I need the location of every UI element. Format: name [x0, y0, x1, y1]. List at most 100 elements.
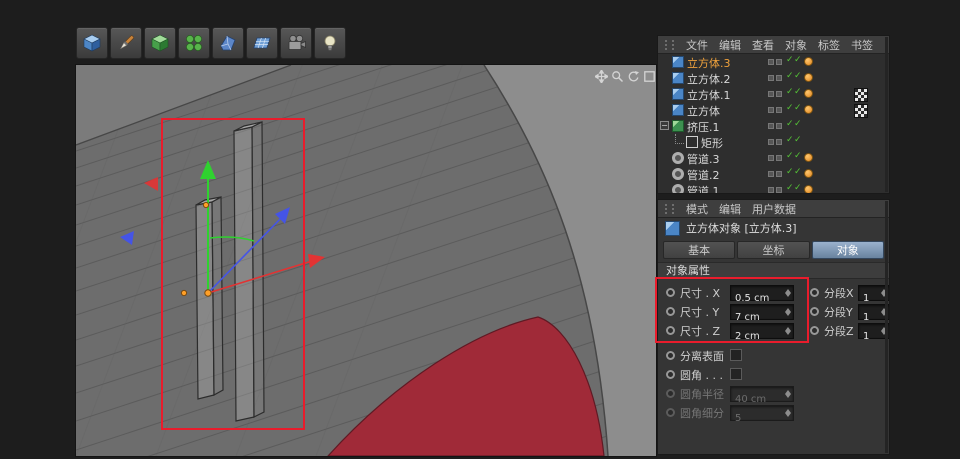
- keyframe-dot[interactable]: [666, 288, 675, 297]
- editor-visibility-dot[interactable]: [768, 171, 774, 177]
- editor-visibility-dot[interactable]: [768, 155, 774, 161]
- material-tag-icon[interactable]: [804, 73, 813, 82]
- render-visibility-dot[interactable]: [776, 107, 782, 113]
- cube-primitive-button[interactable]: [76, 27, 108, 59]
- enabled-check-icon[interactable]: ✓: [794, 103, 802, 113]
- pan-icon[interactable]: [594, 69, 608, 83]
- fillet-checkbox[interactable]: [730, 368, 742, 380]
- object-name[interactable]: 管道.3: [687, 151, 720, 167]
- tab-object[interactable]: 对象: [811, 241, 884, 259]
- menu-file[interactable]: 文件: [686, 37, 708, 53]
- editor-visibility-dot[interactable]: [768, 59, 774, 65]
- object-row-cube1[interactable]: 立方体.1 ✓ ✓: [658, 86, 889, 102]
- object-name[interactable]: 立方体.2: [687, 71, 731, 87]
- separate-surfaces-checkbox[interactable]: [730, 349, 742, 361]
- object-manager-scrollbar[interactable]: [885, 37, 888, 192]
- tab-basic[interactable]: 基本: [663, 241, 736, 259]
- size-x-field[interactable]: [730, 285, 794, 306]
- enabled-check-icon[interactable]: ✓: [786, 135, 794, 145]
- menu-object[interactable]: 对象: [785, 37, 807, 53]
- render-visibility-dot[interactable]: [776, 155, 782, 161]
- enabled-check-icon[interactable]: ✓: [786, 103, 794, 113]
- keyframe-dot[interactable]: [810, 326, 819, 335]
- enabled-check-icon[interactable]: ✓: [786, 151, 794, 161]
- material-tag-icon[interactable]: [804, 57, 813, 66]
- object-row-cube2[interactable]: 立方体.2 ✓ ✓: [658, 70, 889, 86]
- enabled-check-icon[interactable]: ✓: [794, 135, 802, 145]
- editor-visibility-dot[interactable]: [768, 75, 774, 81]
- model-cube-button[interactable]: [144, 27, 176, 59]
- attribute-manager-scrollbar[interactable]: [885, 201, 888, 453]
- material-tag-icon[interactable]: [804, 105, 813, 114]
- object-row-rectangle[interactable]: 矩形 ✓ ✓: [658, 134, 889, 150]
- enabled-check-icon[interactable]: ✓: [794, 151, 802, 161]
- keyframe-dot[interactable]: [810, 288, 819, 297]
- object-name[interactable]: 立方体.3: [687, 55, 731, 71]
- object-row-extrude1[interactable]: − 挤压.1 ✓ ✓: [658, 118, 889, 134]
- panel-grip-icon[interactable]: [665, 203, 674, 214]
- tab-coordinates[interactable]: 坐标: [737, 241, 810, 259]
- render-visibility-dot[interactable]: [776, 139, 782, 145]
- render-visibility-dot[interactable]: [776, 59, 782, 65]
- editor-visibility-dot[interactable]: [768, 139, 774, 145]
- editor-visibility-dot[interactable]: [768, 107, 774, 113]
- size-y-field[interactable]: [730, 304, 794, 325]
- light-button[interactable]: [314, 27, 346, 59]
- enabled-check-icon[interactable]: ✓: [794, 183, 802, 193]
- spinner[interactable]: [784, 325, 792, 337]
- menu-user-data[interactable]: 用户数据: [752, 201, 796, 217]
- material-tag-icon[interactable]: [804, 89, 813, 98]
- object-row-cube[interactable]: 立方体 ✓ ✓: [658, 102, 889, 118]
- enabled-check-icon[interactable]: ✓: [794, 87, 802, 97]
- render-visibility-dot[interactable]: [776, 75, 782, 81]
- size-z-field[interactable]: [730, 323, 794, 344]
- object-row-tube1[interactable]: 管道.1 ✓ ✓: [658, 182, 889, 193]
- section-object-properties[interactable]: 对象属性: [658, 262, 889, 279]
- enabled-check-icon[interactable]: ✓: [786, 183, 794, 193]
- zoom-icon[interactable]: [610, 69, 624, 83]
- material-tag-icon[interactable]: [804, 153, 813, 162]
- rotate-icon[interactable]: [626, 69, 640, 83]
- texture-tag-icon[interactable]: [854, 104, 868, 118]
- enabled-check-icon[interactable]: ✓: [794, 71, 802, 81]
- editor-visibility-dot[interactable]: [768, 91, 774, 97]
- render-visibility-dot[interactable]: [776, 123, 782, 129]
- menu-tags[interactable]: 标签: [818, 37, 840, 53]
- paint-brush-button[interactable]: [110, 27, 142, 59]
- object-name[interactable]: 立方体.1: [687, 87, 731, 103]
- viewport[interactable]: [75, 64, 657, 457]
- panel-grip-icon[interactable]: [665, 39, 674, 50]
- enabled-check-icon[interactable]: ✓: [786, 167, 794, 177]
- enabled-check-icon[interactable]: ✓: [786, 87, 794, 97]
- object-row-tube3[interactable]: 管道.3 ✓ ✓: [658, 150, 889, 166]
- menu-edit[interactable]: 编辑: [719, 37, 741, 53]
- object-name[interactable]: 管道.1: [687, 183, 720, 193]
- object-row-tube2[interactable]: 管道.2 ✓ ✓: [658, 166, 889, 182]
- keyframe-dot[interactable]: [666, 307, 675, 316]
- texture-tag-icon[interactable]: [854, 88, 868, 102]
- object-row-cube3[interactable]: 立方体.3 ✓ ✓: [658, 54, 889, 70]
- enabled-check-icon[interactable]: ✓: [794, 167, 802, 177]
- editor-visibility-dot[interactable]: [768, 187, 774, 193]
- spinner[interactable]: [784, 306, 792, 318]
- maximize-icon[interactable]: [642, 69, 656, 83]
- keyframe-dot[interactable]: [666, 351, 675, 360]
- render-visibility-dot[interactable]: [776, 171, 782, 177]
- keyframe-dot[interactable]: [666, 326, 675, 335]
- fracture-shard-button[interactable]: [212, 27, 244, 59]
- cloner-spheres-button[interactable]: [178, 27, 210, 59]
- enabled-check-icon[interactable]: ✓: [786, 71, 794, 81]
- enabled-check-icon[interactable]: ✓: [786, 119, 794, 129]
- object-name[interactable]: 矩形: [701, 135, 723, 151]
- editor-visibility-dot[interactable]: [768, 123, 774, 129]
- array-grid-button[interactable]: [246, 27, 278, 59]
- object-name[interactable]: 立方体: [687, 103, 720, 119]
- menu-view[interactable]: 查看: [752, 37, 774, 53]
- menu-edit[interactable]: 编辑: [719, 201, 741, 217]
- enabled-check-icon[interactable]: ✓: [794, 119, 802, 129]
- render-visibility-dot[interactable]: [776, 187, 782, 193]
- menu-mode[interactable]: 模式: [686, 201, 708, 217]
- keyframe-dot[interactable]: [810, 307, 819, 316]
- menu-bookmarks[interactable]: 书签: [851, 37, 873, 53]
- material-tag-icon[interactable]: [804, 185, 813, 193]
